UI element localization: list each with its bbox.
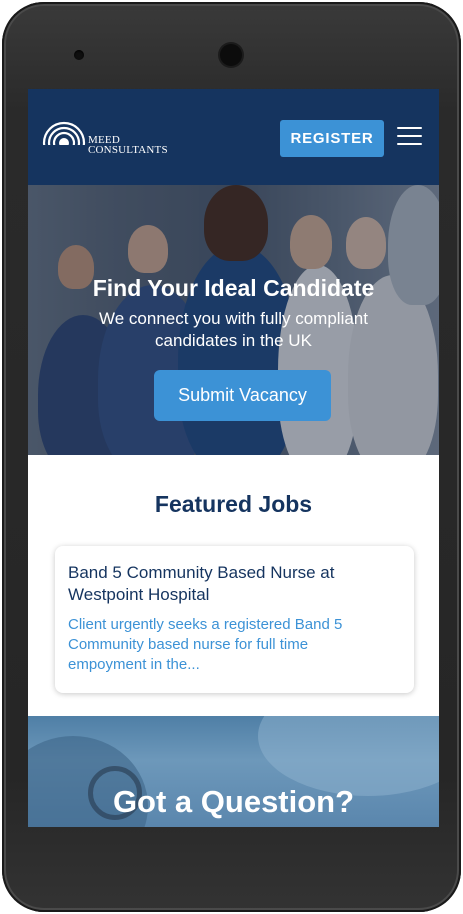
phone-frame: MEED CONSULTANTS REGISTER Find Your Idea… — [2, 2, 461, 912]
logo-arcs-icon — [42, 121, 90, 165]
question-heading: Got a Question? — [112, 784, 355, 819]
hero-title: Find Your Ideal Candidate — [92, 275, 375, 301]
submit-vacancy-button[interactable]: Submit Vacancy — [154, 370, 331, 421]
logo-wordmark: MEED CONSULTANTS — [88, 135, 168, 156]
sensor-dot — [74, 50, 84, 60]
company-logo[interactable]: MEED CONSULTANTS — [42, 115, 192, 165]
question-section: Got a Question? — [28, 716, 439, 827]
register-button[interactable]: REGISTER — [280, 120, 384, 157]
front-camera — [220, 44, 242, 66]
screen: MEED CONSULTANTS REGISTER Find Your Idea… — [28, 89, 439, 827]
hero-banner: Find Your Ideal Candidate We connect you… — [28, 185, 439, 455]
hamburger-menu-icon[interactable] — [397, 125, 423, 147]
job-description: Client urgently seeks a registered Band … — [68, 616, 343, 673]
featured-jobs-heading: Featured Jobs — [154, 491, 313, 517]
site-header: MEED CONSULTANTS REGISTER — [28, 89, 439, 185]
job-title[interactable]: Band 5 Community Based Nurse at Westpoin… — [68, 562, 388, 606]
hero-subtitle: We connect you with fully compliant cand… — [99, 309, 368, 350]
logo-line-2: CONSULTANTS — [88, 144, 168, 156]
job-card[interactable]: Band 5 Community Based Nurse at Westpoin… — [55, 546, 414, 693]
